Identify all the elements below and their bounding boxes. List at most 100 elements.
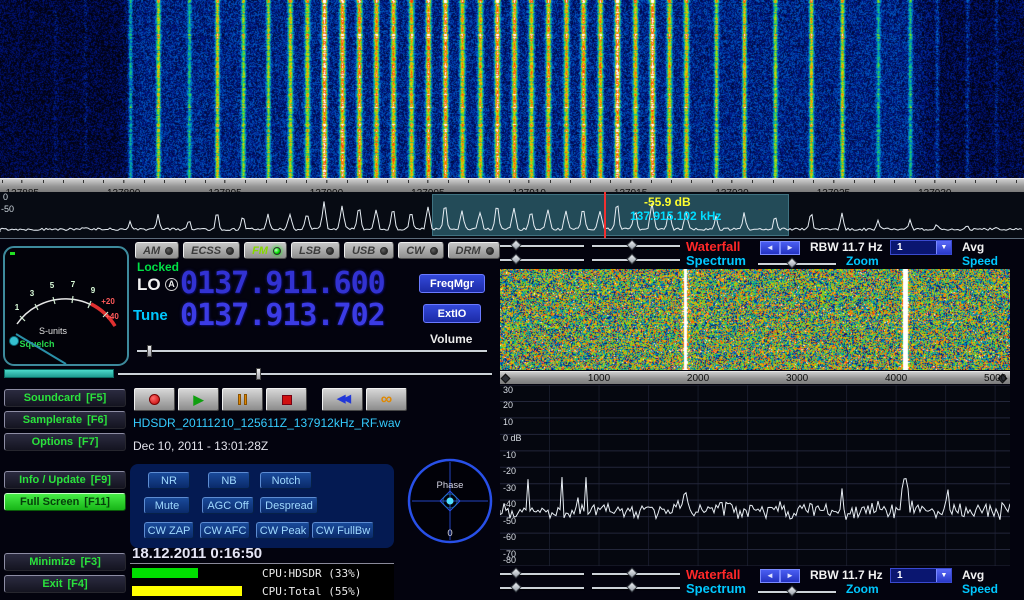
mode-button-fm[interactable]: FM [244, 242, 287, 259]
db-tick-30: -30 [503, 483, 516, 493]
squelch-level-bar[interactable] [4, 369, 114, 378]
mode-label: USB [352, 245, 375, 257]
volume-slider-thumb[interactable] [147, 345, 152, 357]
s-meter[interactable]: 1 3 5 7 9 +20 +40 S-units Squelch [3, 246, 129, 366]
spectrum-max-slider-2[interactable] [592, 587, 680, 589]
spectrum-max-thumb-2[interactable] [626, 581, 637, 592]
play-button[interactable]: ▶ [178, 388, 219, 411]
freqmgr-button[interactable]: FreqMgr [419, 274, 485, 293]
tune-step-slider[interactable] [118, 373, 492, 375]
tune-frequency-display[interactable]: 0137.913.702 [180, 298, 385, 333]
waterfall-contrast-slider[interactable] [592, 245, 680, 247]
freq-minor-tick [83, 180, 84, 183]
waterfall-label-2[interactable]: Waterfall [686, 567, 740, 582]
dsp-button-agc-off[interactable]: AGC Off [202, 497, 254, 514]
s-meter-num-40: +40 [105, 312, 119, 321]
freq-minor-tick [691, 180, 692, 183]
spectrum-min-slider[interactable] [500, 259, 584, 261]
waterfall-brightness-thumb[interactable] [510, 239, 521, 250]
dropdown-arrow-icon-2[interactable]: ▼ [936, 569, 951, 582]
samplerate-button[interactable]: Samplerate[F6] [4, 411, 126, 429]
lo-a-badge-icon[interactable]: A [165, 278, 178, 291]
soundcard-button[interactable]: Soundcard[F5] [4, 389, 126, 407]
tune-step-thumb[interactable] [256, 368, 261, 380]
tick-mark [732, 180, 733, 183]
cpu-row-1: CPU:Total (55%) [130, 582, 394, 600]
dsp-button-nb[interactable]: NB [208, 472, 250, 489]
frequency-scale[interactable]: 1378851378901378951379001379051379101379… [0, 178, 1024, 192]
dsp-button-despread[interactable]: Despread [260, 497, 318, 514]
shift-right-button-2[interactable]: ► [780, 569, 800, 583]
tick-mark [225, 180, 226, 183]
rewind-icon: ◀◀ [337, 394, 348, 405]
level-readout: -55.9 dB [644, 195, 691, 209]
zoom-spectrum-display[interactable]: 3020100 dB-10-20-30-40-50-60-70-80 [500, 385, 1010, 566]
zoom-slider-thumb[interactable] [786, 257, 797, 268]
audio-frequency-scale[interactable]: 10002000300040005000 [500, 371, 1010, 384]
zoom-slider[interactable] [758, 263, 836, 265]
shift-left-button-2[interactable]: ◄ [760, 569, 780, 583]
avg-count-value: 1 [891, 241, 936, 254]
spectrum-max-thumb[interactable] [626, 253, 637, 264]
shift-left-button[interactable]: ◄ [760, 241, 780, 255]
dsp-button-cw-afc[interactable]: CW AFC [200, 522, 250, 539]
scale-left-handle[interactable] [501, 374, 511, 384]
freq-minor-tick [793, 180, 794, 183]
dsp-button-mute[interactable]: Mute [144, 497, 190, 514]
mode-button-cw[interactable]: CW [398, 242, 443, 259]
pause-button[interactable] [222, 388, 263, 411]
mode-button-usb[interactable]: USB [344, 242, 394, 259]
loop-button[interactable]: ∞ [366, 388, 407, 411]
waterfall-contrast-slider-2[interactable] [592, 573, 680, 575]
zoom-slider-thumb-2[interactable] [786, 585, 797, 596]
waterfall-label[interactable]: Waterfall [686, 239, 740, 254]
button-hotkey: [F9] [91, 474, 111, 486]
spectrum-label[interactable]: Spectrum [686, 253, 746, 268]
db-tick-60: -60 [503, 532, 516, 542]
options-button[interactable]: Options[F7] [4, 433, 126, 451]
db-tick-10: 10 [503, 417, 513, 427]
rewind-button[interactable]: ◀◀ [322, 388, 363, 411]
full-screen-button[interactable]: Full Screen[F11] [4, 493, 126, 511]
spectrum-label-2[interactable]: Spectrum [686, 581, 746, 596]
dsp-button-cw-fullbw[interactable]: CW FullBw [312, 522, 374, 539]
extio-button[interactable]: ExtIO [423, 304, 481, 323]
lo-frequency-display[interactable]: 0137.911.600 [180, 266, 385, 301]
volume-slider[interactable] [137, 350, 487, 352]
stop-button[interactable] [266, 388, 307, 411]
spectrum-min-thumb-2[interactable] [510, 581, 521, 592]
avg-count-dropdown-2[interactable]: 1 ▼ [890, 568, 952, 583]
freq-minor-tick [752, 180, 753, 183]
mode-button-lsb[interactable]: LSB [291, 242, 340, 259]
exit-button[interactable]: Exit[F4] [4, 575, 126, 593]
mode-button-drm[interactable]: DRM [448, 242, 500, 259]
dsp-button-nr[interactable]: NR [148, 472, 190, 489]
mode-button-am[interactable]: AM [135, 242, 179, 259]
shift-right-button[interactable]: ► [780, 241, 800, 255]
mode-led-icon [273, 247, 281, 255]
zoom-slider-2[interactable] [758, 591, 836, 593]
dropdown-arrow-icon[interactable]: ▼ [936, 241, 951, 254]
waterfall-brightness-slider[interactable] [500, 245, 584, 247]
squelch-knob[interactable] [10, 337, 19, 346]
spectrum-min-slider-2[interactable] [500, 587, 584, 589]
main-spectrum-display[interactable]: 0 -50 -55.9 dB 137.915.102 kHz [0, 192, 1024, 238]
dsp-button-cw-peak[interactable]: CW Peak [256, 522, 310, 539]
zoom-waterfall-display[interactable] [500, 269, 1010, 370]
record-button[interactable] [134, 388, 175, 411]
spectrum-min-thumb[interactable] [510, 253, 521, 264]
avg-count-dropdown[interactable]: 1 ▼ [890, 240, 952, 255]
waterfall-contrast-thumb-2[interactable] [626, 567, 637, 578]
waterfall-brightness-slider-2[interactable] [500, 573, 584, 575]
dsp-button-notch[interactable]: Notch [260, 472, 312, 489]
main-waterfall-display[interactable] [0, 0, 1024, 178]
info-update-button[interactable]: Info / Update[F9] [4, 471, 126, 489]
minimize-button[interactable]: Minimize[F3] [4, 553, 126, 571]
spectrum-max-slider[interactable] [592, 259, 680, 261]
waterfall-contrast-thumb[interactable] [626, 239, 637, 250]
freq-minor-tick [63, 180, 64, 183]
waterfall-brightness-thumb-2[interactable] [510, 567, 521, 578]
mode-button-ecss[interactable]: ECSS [183, 242, 240, 259]
tune-cursor[interactable] [604, 192, 606, 238]
dsp-button-cw-zap[interactable]: CW ZAP [144, 522, 194, 539]
